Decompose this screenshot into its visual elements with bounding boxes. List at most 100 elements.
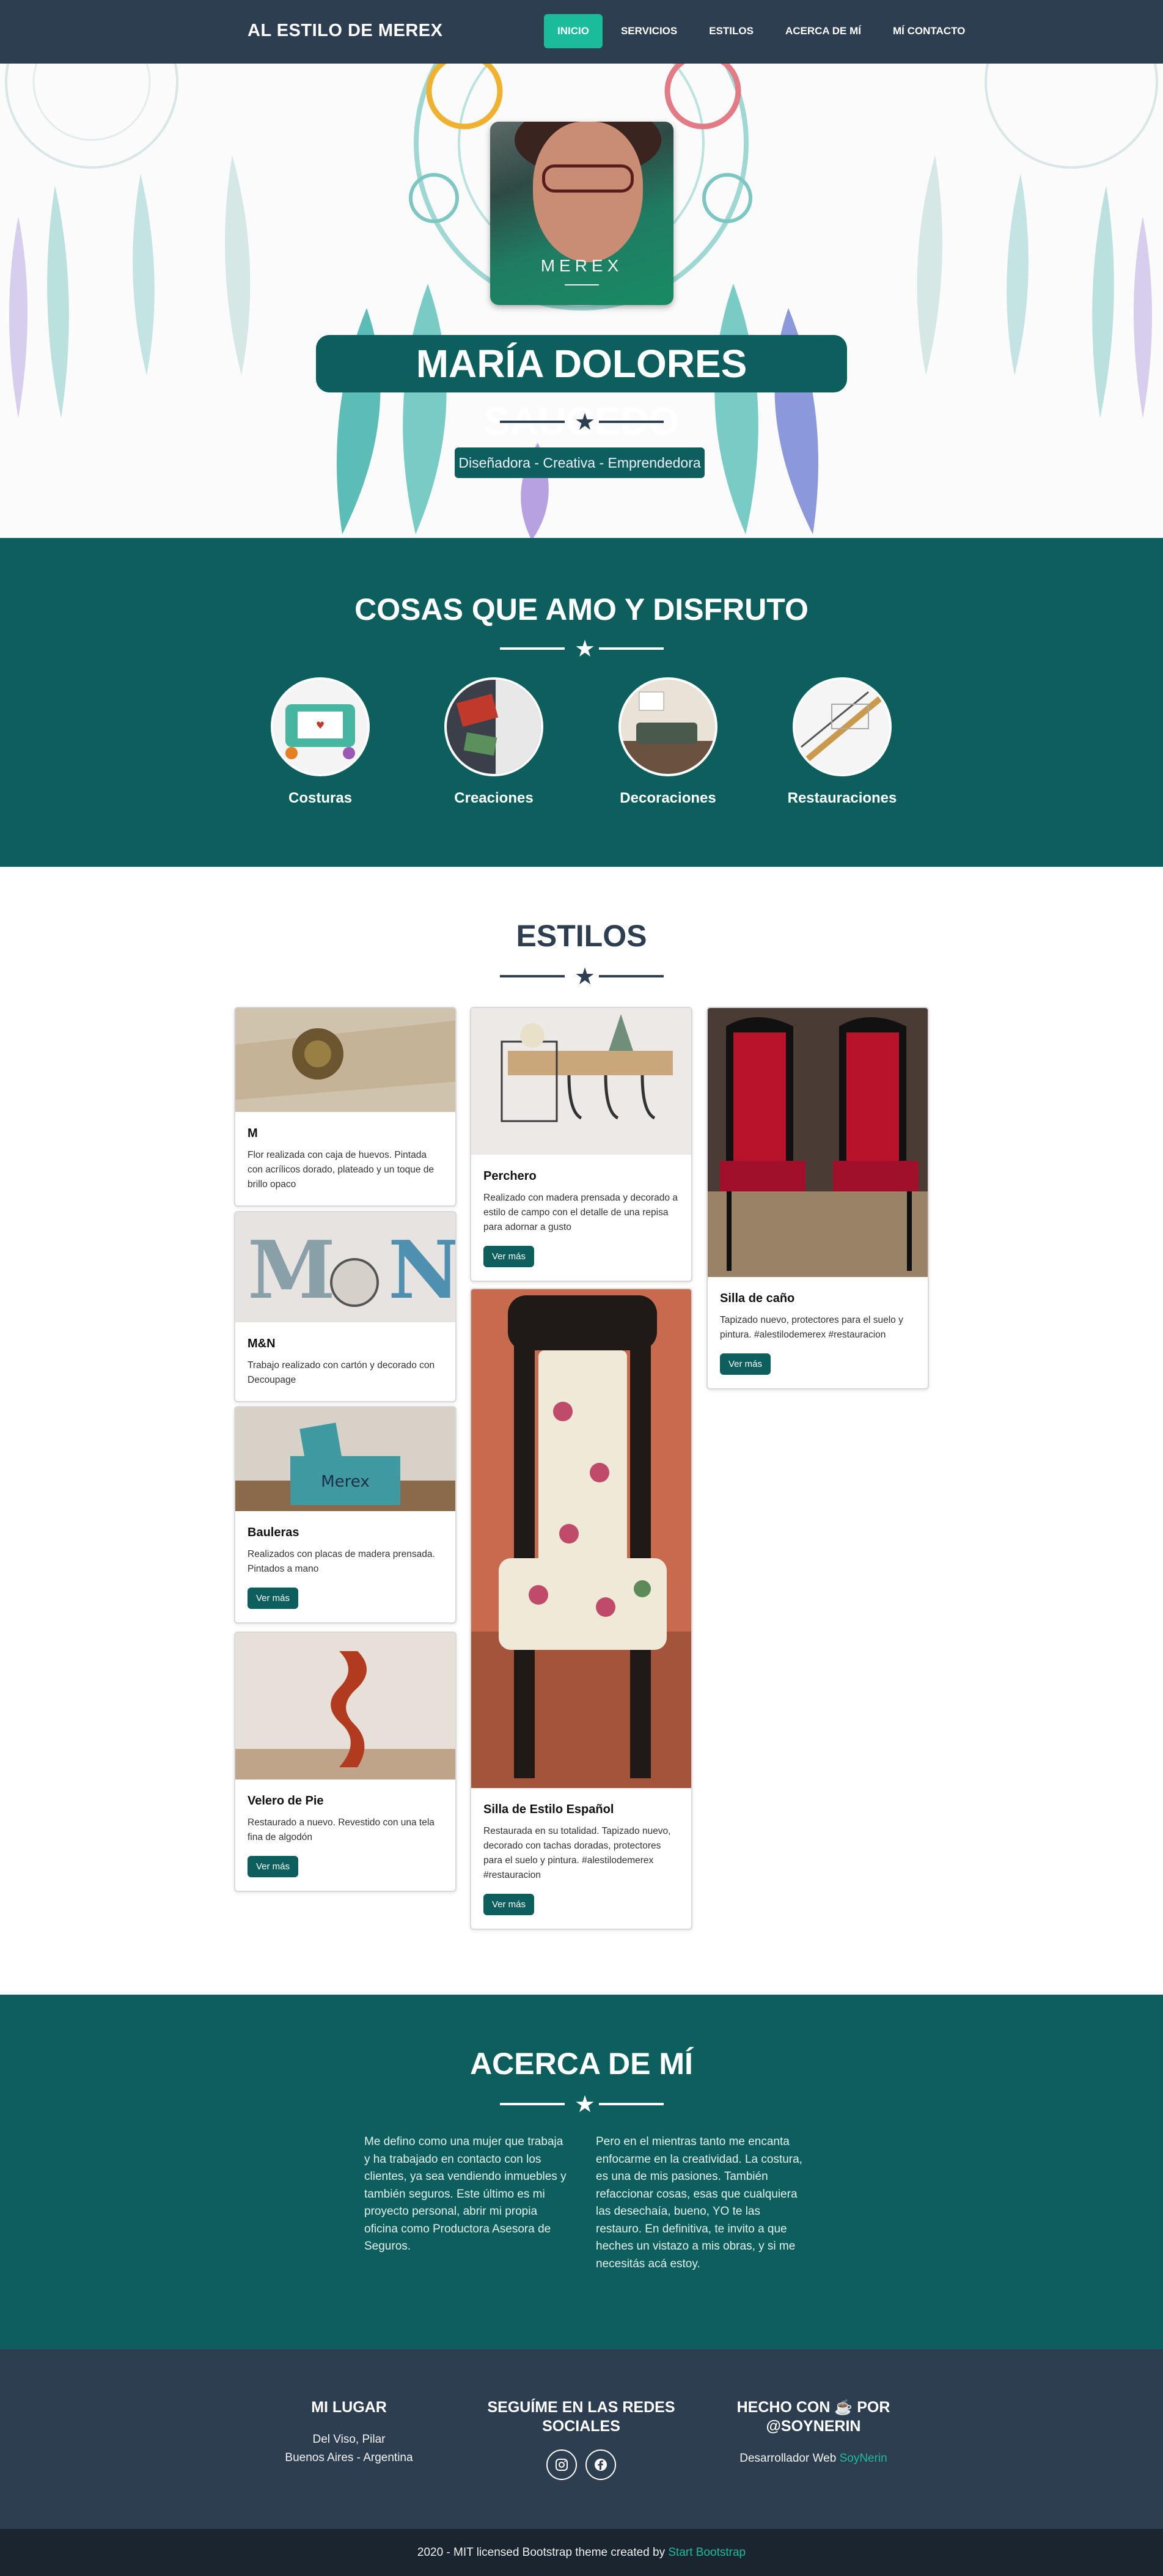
footer-credit-prefix: Desarrollador Web <box>739 2452 837 2465</box>
card-title: M&N <box>248 1337 276 1350</box>
footer-credit: HECHO CON ☕ POR @SOYNERIN Desarrollador W… <box>713 2398 914 2468</box>
ver-mas-button[interactable]: Ver más <box>248 1856 299 1877</box>
ver-mas-button[interactable]: Ver más <box>720 1353 771 1375</box>
card-text: Tapizado nuevo, protectores para el suel… <box>720 1315 903 1340</box>
thing-label: Restauraciones <box>787 790 897 806</box>
costuras-image: ♥ <box>271 677 370 776</box>
things-section: COSAS QUE AMO Y DISFRUTO ★ ♥ Costuras Cr… <box>0 538 1163 867</box>
card-text: Trabajo realizado con cartón y decorado … <box>248 1360 435 1385</box>
footer-credit-title-3: @SOYNERIN <box>766 2418 861 2435</box>
card-bauleras[interactable]: Merex Bauleras Realizados con placas de … <box>234 1406 457 1624</box>
mn-letters-image: MN <box>235 1212 455 1322</box>
nav-contacto[interactable]: MÍ CONTACTO <box>879 14 978 48</box>
navbar: AL ESTILO DE MEREX INICIO SERVICIOS ESTI… <box>0 0 1163 64</box>
things-divider: ★ <box>500 636 664 660</box>
hero-divider: ★ <box>500 409 664 433</box>
card-title: Bauleras <box>248 1526 299 1539</box>
card-title: M <box>248 1127 258 1140</box>
start-bootstrap-link[interactable]: Start Bootstrap <box>668 2546 746 2559</box>
ver-mas-button[interactable]: Ver más <box>483 1894 535 1915</box>
card-title: Silla de caño <box>720 1292 795 1305</box>
svg-text:♥: ♥ <box>316 719 325 731</box>
nav-inicio[interactable]: INICIO <box>544 14 603 48</box>
card-silla-espanol[interactable]: Silla de Estilo Español Restaurada en su… <box>470 1288 692 1930</box>
ver-mas-button[interactable]: Ver más <box>483 1246 535 1267</box>
card-silla-cano[interactable]: Silla de caño Tapizado nuevo, protectore… <box>706 1007 929 1389</box>
thing-decoraciones[interactable]: Decoraciones <box>613 677 723 807</box>
estilos-section: ESTILOS ★ M Flor realizada con caja de h… <box>0 867 1163 1995</box>
thing-label: Creaciones <box>454 790 534 806</box>
star-icon: ★ <box>574 408 596 435</box>
decoraciones-image <box>618 677 717 776</box>
card-velero[interactable]: Velero de Pie Restaurado a nuevo. Revest… <box>234 1632 457 1892</box>
footer-social-title-2: SOCIALES <box>542 2418 620 2435</box>
creaciones-image <box>444 677 543 776</box>
card-perchero[interactable]: Perchero Realizado con madera prensada y… <box>470 1007 692 1282</box>
nav-acerca[interactable]: ACERCA DE MÍ <box>772 14 875 48</box>
about-title: ACERCA DE MÍ <box>470 2047 693 2081</box>
card-text: Realizado con madera prensada y decorado… <box>483 1193 678 1232</box>
silla-espanol-image <box>471 1289 691 1788</box>
star-icon: ★ <box>574 2091 596 2118</box>
svg-text:N: N <box>388 1223 455 1317</box>
thing-label: Costuras <box>288 790 353 806</box>
footer-credit-title-2: POR <box>857 2399 890 2416</box>
flor-image <box>235 1008 455 1112</box>
facebook-button[interactable] <box>585 2449 616 2480</box>
footer-credit-title-1: HECHO CON <box>736 2399 831 2416</box>
velero-image <box>235 1633 455 1779</box>
nav-estilos[interactable]: ESTILOS <box>695 14 767 48</box>
thing-costuras[interactable]: ♥ Costuras <box>265 677 375 807</box>
footer-location-title: MI LUGAR <box>311 2399 387 2416</box>
instagram-icon <box>556 2459 568 2471</box>
perchero-image <box>471 1008 691 1155</box>
baulera-image: Merex <box>235 1407 455 1511</box>
footer-social-title-1: SEGUÍME EN LAS REDES <box>487 2399 675 2416</box>
card-title: Perchero <box>483 1169 537 1183</box>
hero-subtitle: Diseñadora - Creativa - Emprendedora <box>455 447 705 478</box>
estilos-title: ESTILOS <box>516 919 647 953</box>
copyright-text: 2020 - MIT licensed Bootstrap theme crea… <box>417 2546 666 2559</box>
things-title: COSAS QUE AMO Y DISFRUTO <box>354 592 809 627</box>
glasses-shape <box>542 164 634 193</box>
card-mn[interactable]: MN M&N Trabajo realizado con cartón y de… <box>234 1211 457 1402</box>
instagram-button[interactable] <box>546 2449 578 2480</box>
nav-links: INICIO SERVICIOS ESTILOS ACERCA DE MÍ MÍ… <box>544 14 978 48</box>
footer-location-line2: Buenos Aires - Argentina <box>285 2451 413 2464</box>
svg-text:M: M <box>248 1223 336 1317</box>
silla-cano-image <box>708 1008 928 1277</box>
footer-location-line1: Del Viso, Pilar <box>312 2433 386 2446</box>
footer-social: SEGUÍME EN LAS REDES SOCIALES <box>480 2398 682 2480</box>
card-text: Restaurado a nuevo. Revestido con una te… <box>248 1817 435 1842</box>
nav-servicios[interactable]: SERVICIOS <box>607 14 691 48</box>
about-paragraph-1: Me defino como una mujer que trabaja y h… <box>364 2135 567 2253</box>
about-divider: ★ <box>500 2091 664 2116</box>
coffee-icon: ☕ <box>834 2399 853 2416</box>
card-title: Velero de Pie <box>248 1794 324 1808</box>
brand-logo[interactable]: AL ESTILO DE MEREX <box>248 21 442 41</box>
card-text: Flor realizada con caja de huevos. Pinta… <box>248 1150 435 1190</box>
card-m[interactable]: M Flor realizada con caja de huevos. Pin… <box>234 1007 457 1207</box>
copyright-bar: 2020 - MIT licensed Bootstrap theme crea… <box>0 2529 1163 2576</box>
hero-section: MEREX MARÍA DOLORES SAUCEDO ★ Diseñadora… <box>0 64 1163 538</box>
star-icon: ★ <box>574 963 596 990</box>
hero-name: MARÍA DOLORES SAUCEDO <box>316 335 847 443</box>
estilos-divider: ★ <box>500 963 664 988</box>
thing-restauraciones[interactable]: Restauraciones <box>787 677 897 807</box>
facebook-icon <box>594 2459 607 2471</box>
card-text: Realizados con placas de madera prensada… <box>248 1549 435 1574</box>
footer-location: MI LUGAR Del Viso, Pilar Buenos Aires - … <box>248 2398 450 2467</box>
card-text: Restaurada en su totalidad. Tapizado nue… <box>483 1826 671 1880</box>
restauraciones-image <box>793 677 892 776</box>
footer: MI LUGAR Del Viso, Pilar Buenos Aires - … <box>0 2349 1163 2529</box>
thing-label: Decoraciones <box>620 790 716 806</box>
ver-mas-button[interactable]: Ver más <box>248 1588 299 1609</box>
about-section: ACERCA DE MÍ ★ Me defino como una mujer … <box>0 1995 1163 2349</box>
thing-creaciones[interactable]: Creaciones <box>439 677 549 807</box>
box-label: Merex <box>321 1473 369 1491</box>
profile-photo: MEREX <box>490 122 673 305</box>
about-paragraph-2: Pero en el mientras tanto me encanta enf… <box>596 2135 802 2270</box>
soynerin-link[interactable]: SoyNerin <box>840 2452 887 2465</box>
avatar-caption: MEREX <box>540 256 623 275</box>
star-icon: ★ <box>574 635 596 662</box>
